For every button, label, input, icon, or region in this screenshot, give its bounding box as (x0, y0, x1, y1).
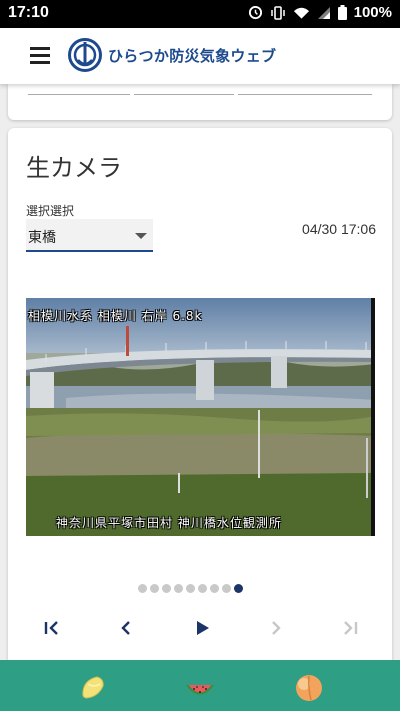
dropdown-arrow-icon (135, 233, 147, 239)
divider (238, 94, 372, 95)
carousel-dot[interactable] (162, 584, 171, 593)
camera-overlay-top: 相模川水系 相模川 右岸 6.8k (28, 309, 203, 323)
first-frame-icon[interactable] (40, 616, 64, 640)
battery-percent: 100% (353, 4, 392, 21)
bottom-navigation (0, 660, 400, 711)
live-camera-card: 生カメラ 選択選択 東橋 04/30 17:06 相模川水系 相模川 右岸 6.… (8, 128, 392, 668)
card-title: 生カメラ (26, 154, 122, 182)
play-icon[interactable] (190, 616, 214, 640)
carousel-dot[interactable] (210, 584, 219, 593)
carousel-dot[interactable] (138, 584, 147, 593)
carousel-dots (138, 584, 243, 593)
playback-controls (8, 616, 392, 640)
city-logo (68, 38, 102, 72)
last-frame-icon[interactable] (338, 616, 362, 640)
status-time: 17:10 (8, 4, 49, 21)
camera-image[interactable]: 相模川水系 相模川 右岸 6.8k 神奈川県平塚市田村 神川橋水位観測所 (26, 298, 375, 536)
menu-button[interactable] (30, 47, 52, 65)
previous-card (8, 84, 392, 120)
alarm-icon (248, 5, 262, 20)
carousel-dot[interactable] (186, 584, 195, 593)
lemon-icon[interactable] (76, 670, 110, 704)
watermelon-icon[interactable] (183, 670, 217, 704)
carousel-dot[interactable] (174, 584, 183, 593)
camera-timestamp: 04/30 17:06 (302, 221, 376, 237)
carousel-dot[interactable] (198, 584, 207, 593)
carousel-dot[interactable] (150, 584, 159, 593)
river-bridge-scene (26, 298, 375, 536)
wifi-icon (293, 7, 309, 19)
battery-icon (337, 5, 347, 20)
camera-overlay-bottom: 神奈川県平塚市田村 神川橋水位観測所 (56, 516, 282, 530)
app-title: ひらつか防災気象ウェブ (108, 47, 277, 65)
select-label: 選択選択 (26, 204, 75, 218)
location-select[interactable]: 東橋 (26, 219, 153, 252)
status-icons: 100% (248, 4, 392, 21)
next-frame-icon[interactable] (264, 616, 288, 640)
select-value: 東橋 (28, 230, 56, 246)
carousel-dot[interactable] (234, 584, 243, 593)
signal-icon (317, 6, 330, 19)
previous-frame-icon[interactable] (114, 616, 138, 640)
hamburger-icon (30, 47, 50, 50)
peach-icon[interactable] (292, 670, 326, 704)
divider (28, 94, 130, 95)
vibrate-icon (270, 5, 285, 20)
divider (134, 94, 234, 95)
app-bar: ひらつか防災気象ウェブ (0, 28, 400, 84)
status-bar: 17:10 100% (0, 0, 400, 28)
carousel-dot[interactable] (222, 584, 231, 593)
